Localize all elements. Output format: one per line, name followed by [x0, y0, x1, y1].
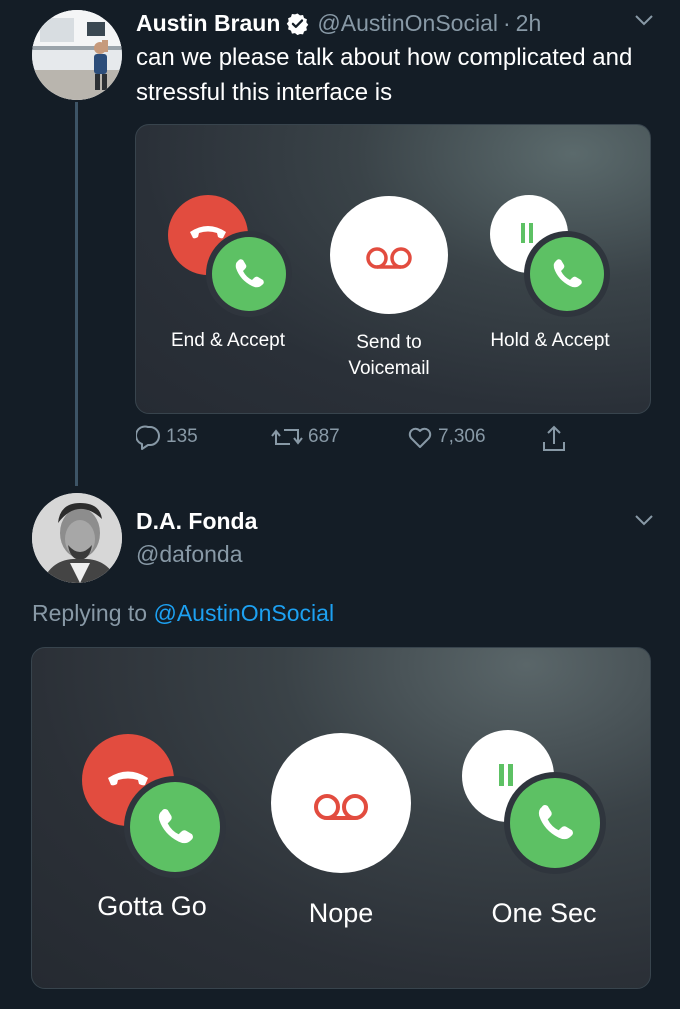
voicemail-icon [330, 196, 448, 314]
end-and-accept-icon [130, 782, 220, 872]
reply-button[interactable]: 135 [136, 424, 198, 450]
share-icon [543, 425, 565, 451]
replying-prefix: Replying to [32, 600, 148, 626]
reply-count: 135 [166, 426, 198, 447]
voicemail-icon [271, 733, 411, 873]
phone-icon [553, 259, 582, 288]
tweet-action-bar: 135 687 7,306 [136, 424, 596, 458]
end-and-accept-icon [212, 237, 286, 311]
author-handle[interactable]: @AustinOnSocial [317, 10, 498, 37]
author-name[interactable]: Austin Braun [136, 10, 280, 37]
reply-icon [136, 425, 160, 450]
end-accept-label: End & Accept [170, 330, 286, 351]
reply-author-handle[interactable]: @dafonda [136, 541, 243, 568]
replying-mention-link[interactable]: @AustinOnSocial [153, 600, 334, 626]
timeline: Austin Braun @AustinOnSocial · 2h can we… [0, 0, 680, 1009]
like-button[interactable]: 7,306 [406, 424, 486, 450]
retweet-button[interactable]: 687 [270, 424, 340, 450]
voicemail-label: Send to Voicemail [316, 330, 462, 382]
tweet-timestamp[interactable]: 2h [516, 10, 542, 37]
nope-label: Nope [308, 898, 374, 928]
replying-to: Replying to @AustinOnSocial [32, 600, 334, 627]
share-button[interactable] [540, 424, 572, 454]
separator-dot: · [503, 9, 511, 36]
chevron-down-icon[interactable] [634, 514, 654, 526]
tweet-image[interactable]: End & Accept Send to Voicemail Hold & Ac… [135, 124, 651, 414]
voicemail-label-line2: Voicemail [348, 358, 430, 379]
hold-and-accept-icon [530, 237, 604, 311]
reply-image[interactable]: Gotta Go Nope One Sec [31, 647, 651, 989]
like-count: 7,306 [438, 426, 486, 447]
voicemail-glyph-icon [314, 794, 368, 820]
tweet-header: Austin Braun @AustinOnSocial · 2h [136, 8, 656, 38]
austin-avatar[interactable] [32, 10, 122, 100]
retweet-icon [271, 429, 303, 445]
user-photo-avatar [32, 493, 122, 583]
verified-badge-icon [287, 12, 309, 35]
reply-author-name[interactable]: D.A. Fonda [136, 508, 257, 535]
hold-and-accept-icon [510, 778, 600, 868]
voicemail-glyph-icon [366, 247, 412, 269]
tweet-text: can we please talk about how complicated… [136, 44, 633, 106]
one-sec-label: One Sec [491, 898, 597, 928]
phone-icon [538, 805, 573, 840]
hold-accept-label: Hold & Accept [490, 330, 610, 351]
voicemail-label-line1: Send to [356, 332, 422, 353]
heart-icon [408, 427, 432, 448]
retweet-count: 687 [308, 426, 340, 447]
phone-icon [158, 809, 193, 844]
gotta-go-label: Gotta Go [97, 891, 207, 921]
user-photo-avatar [32, 10, 122, 100]
phone-icon [235, 259, 264, 288]
chevron-down-icon[interactable] [634, 14, 654, 26]
thread-connector-line [75, 102, 78, 486]
fonda-avatar[interactable] [32, 493, 122, 583]
